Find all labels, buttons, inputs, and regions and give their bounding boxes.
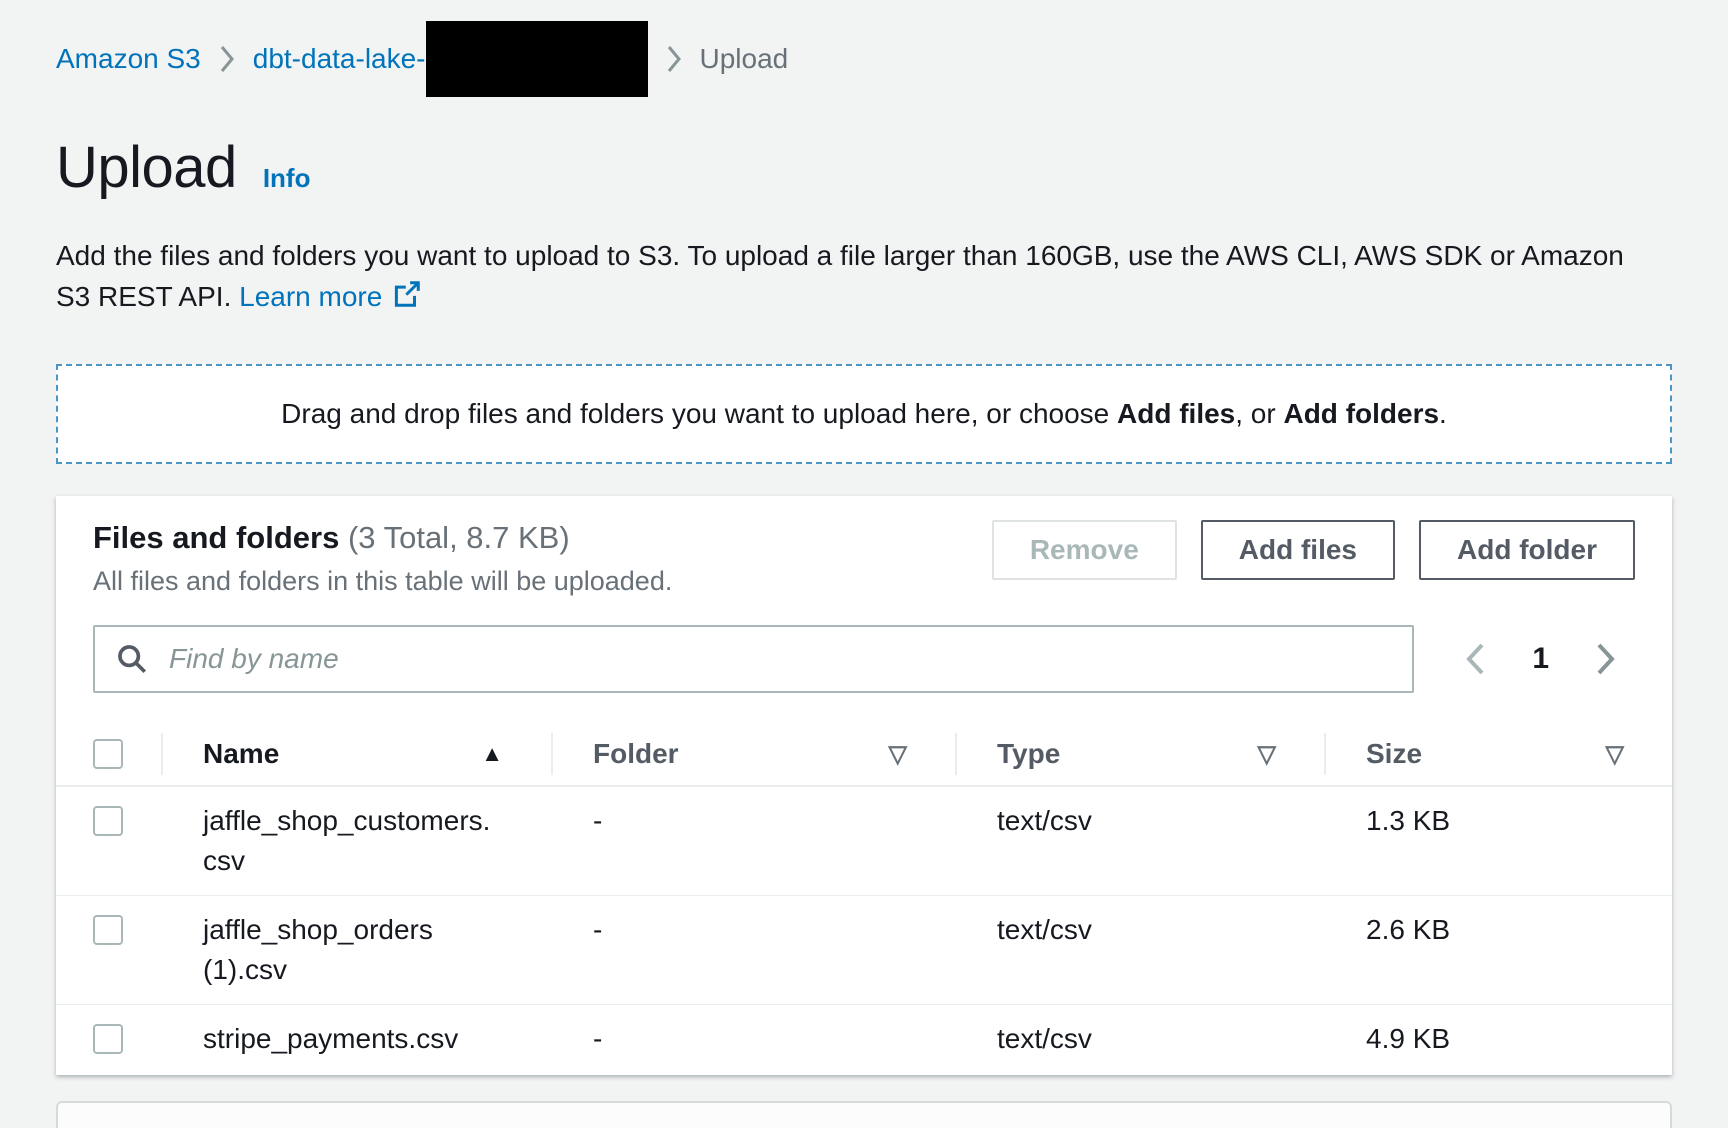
table-toolbar: 1 <box>56 625 1672 693</box>
file-size: 4.9 KB <box>1324 1019 1672 1059</box>
sort-dropdown-icon[interactable]: ▽ <box>889 740 907 769</box>
drag-drop-zone[interactable]: Drag and drop files and folders you want… <box>56 364 1672 464</box>
page-description: Add the files and folders you want to up… <box>56 235 1672 320</box>
breadcrumb-bucket[interactable]: dbt-data-lake- <box>253 43 426 75</box>
pagination: 1 <box>1460 637 1635 681</box>
files-and-folders-panel: Files and folders (3 Total, 8.7 KB) All … <box>56 496 1672 1075</box>
title-row: Upload Info <box>56 134 1672 201</box>
search-wrap <box>93 625 1414 693</box>
panel-titles: Files and folders (3 Total, 8.7 KB) All … <box>93 520 672 597</box>
panel-title-text: Files and folders <box>93 520 339 555</box>
header-type[interactable]: Type ▽ <box>955 723 1324 785</box>
panel-count: (3 Total, 8.7 KB) <box>348 520 570 555</box>
column-divider <box>1324 733 1326 775</box>
remove-button[interactable]: Remove <box>992 520 1177 580</box>
search-icon <box>115 642 149 676</box>
sort-dropdown-icon[interactable]: ▽ <box>1606 740 1624 769</box>
sort-ascending-icon[interactable]: ▲ <box>481 741 503 767</box>
column-divider <box>955 733 957 775</box>
header-folder[interactable]: Folder ▽ <box>551 723 955 785</box>
header-name-label: Name <box>203 738 279 770</box>
redacted-bucket-name <box>426 21 648 97</box>
file-folder: - <box>551 801 955 841</box>
panel-title: Files and folders (3 Total, 8.7 KB) <box>93 520 672 556</box>
row-checkbox[interactable] <box>93 1024 123 1054</box>
next-panel-edge <box>56 1101 1672 1128</box>
file-size: 2.6 KB <box>1324 910 1672 950</box>
info-link[interactable]: Info <box>263 163 311 194</box>
next-page-button[interactable] <box>1591 637 1621 681</box>
row-checkbox[interactable] <box>93 806 123 836</box>
description-line-2-text: S3 REST API. <box>56 281 231 312</box>
file-type: text/csv <box>955 801 1324 841</box>
file-name: jaffle_shop_orders (1).csv <box>161 910 496 990</box>
table-row: jaffle_shop_customers.csv - text/csv 1.3… <box>56 787 1672 896</box>
file-type: text/csv <box>955 910 1324 950</box>
description-line-1: Add the files and folders you want to up… <box>56 235 1672 276</box>
row-checkbox[interactable] <box>93 915 123 945</box>
search-input[interactable] <box>93 625 1414 693</box>
panel-header: Files and folders (3 Total, 8.7 KB) All … <box>56 496 1672 597</box>
header-checkbox-cell <box>56 739 161 769</box>
chevron-right-icon <box>219 44 235 74</box>
header-type-label: Type <box>997 738 1060 770</box>
current-page-number: 1 <box>1532 642 1549 676</box>
previous-page-button[interactable] <box>1460 637 1490 681</box>
chevron-left-icon <box>1464 641 1486 677</box>
table-row: stripe_payments.csv - text/csv 4.9 KB <box>56 1005 1672 1073</box>
file-name: jaffle_shop_customers.csv <box>161 801 496 881</box>
page: Amazon S3 dbt-data-lake- Upload Upload I… <box>0 0 1728 1128</box>
chevron-right-icon <box>666 44 682 74</box>
table-header-row: Name ▲ Folder ▽ Type ▽ <box>56 723 1672 787</box>
dropzone-text: Drag and drop files and folders you want… <box>281 398 1447 430</box>
table-row: jaffle_shop_orders (1).csv - text/csv 2.… <box>56 896 1672 1005</box>
page-title: Upload <box>56 134 237 201</box>
files-table: Name ▲ Folder ▽ Type ▽ <box>56 723 1672 1073</box>
file-folder: - <box>551 1019 955 1059</box>
add-files-button[interactable]: Add files <box>1201 520 1395 580</box>
panel-subtitle: All files and folders in this table will… <box>93 566 672 597</box>
file-type: text/csv <box>955 1019 1324 1059</box>
chevron-right-icon <box>1595 641 1617 677</box>
header-size[interactable]: Size ▽ <box>1324 723 1672 785</box>
panel-actions: Remove Add files Add folder <box>992 520 1635 580</box>
file-folder: - <box>551 910 955 950</box>
header-size-label: Size <box>1366 738 1422 770</box>
external-link-icon <box>392 284 422 315</box>
description-line-2: S3 REST API. Learn more <box>56 276 1672 320</box>
column-divider <box>161 733 163 775</box>
header-folder-label: Folder <box>593 738 679 770</box>
breadcrumb-amazon-s3[interactable]: Amazon S3 <box>56 43 201 75</box>
sort-dropdown-icon[interactable]: ▽ <box>1258 740 1276 769</box>
add-folder-button[interactable]: Add folder <box>1419 520 1635 580</box>
select-all-checkbox[interactable] <box>93 739 123 769</box>
header-name[interactable]: Name ▲ <box>161 723 551 785</box>
file-name: stripe_payments.csv <box>161 1019 496 1059</box>
breadcrumb: Amazon S3 dbt-data-lake- Upload <box>56 20 1672 98</box>
column-divider <box>551 733 553 775</box>
breadcrumb-current-upload: Upload <box>700 43 789 75</box>
learn-more-link[interactable]: Learn more <box>239 281 382 312</box>
file-size: 1.3 KB <box>1324 801 1672 841</box>
